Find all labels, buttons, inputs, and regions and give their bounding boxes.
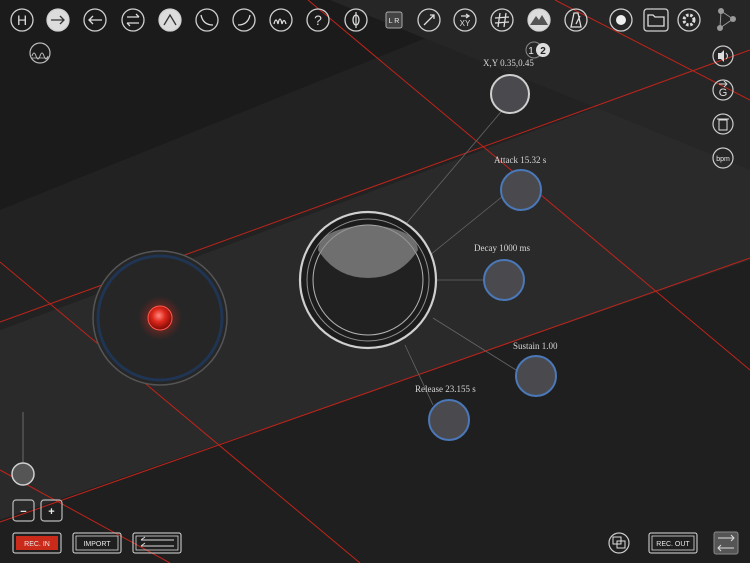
help-h-button[interactable]: H (10, 8, 34, 32)
page-1-label[interactable]: 1 (528, 46, 534, 57)
import-label: IMPORT (83, 541, 111, 548)
question-button[interactable]: ? (306, 8, 330, 32)
release-knob[interactable] (428, 399, 470, 441)
svg-text:G: G (719, 87, 728, 99)
transfer-button[interactable] (713, 531, 739, 555)
waveform-icon (273, 18, 287, 25)
xy-pad[interactable] (92, 250, 228, 386)
master-knob[interactable] (298, 210, 438, 350)
letter-h-icon: H (17, 12, 27, 28)
plus-label: + (48, 506, 54, 518)
minus-label: − (20, 506, 26, 518)
xy-icon: XY (460, 19, 471, 28)
lr-icon: L R (389, 18, 400, 25)
arrow-right-button[interactable] (46, 8, 70, 32)
attack-knob[interactable] (500, 169, 542, 211)
decay-curve-icon (200, 14, 214, 26)
mountain-button[interactable] (527, 8, 551, 32)
release-label: Release 23.155 s (415, 384, 476, 394)
sustain-label: Sustain 1.00 (513, 341, 558, 351)
xy-knob[interactable] (490, 74, 530, 114)
xy-value-label: X,Y 0.35,0.45 (483, 58, 534, 68)
swap-arrows-button[interactable] (121, 8, 145, 32)
arrow-left-button[interactable] (83, 8, 107, 32)
slider-thumb[interactable] (11, 462, 35, 486)
rec-out-label: REC. OUT (656, 541, 690, 548)
rise-curve-icon (237, 14, 251, 26)
sustain-knob[interactable] (515, 355, 557, 397)
decay-label: Decay 1000 ms (474, 243, 530, 253)
stage: H? L R XY 1 2 G bpm X,Y 0.35,0.45 Attack… (0, 0, 750, 563)
waveform-button[interactable] (269, 8, 293, 32)
decay-knob[interactable] (483, 259, 525, 301)
wave-preset-button[interactable] (29, 42, 51, 64)
question-icon: ? (314, 12, 322, 28)
rec-in-button[interactable]: REC. IN (12, 532, 62, 554)
rise-curve-button[interactable] (232, 8, 256, 32)
decay-curve-button[interactable] (195, 8, 219, 32)
rec-in-label: REC. IN (24, 541, 50, 548)
xy-position-dot[interactable] (147, 305, 173, 331)
page-2-label[interactable]: 2 (540, 46, 546, 57)
arrow-left-icon (88, 15, 102, 25)
triangle-envelope-button[interactable] (158, 8, 182, 32)
bpm-label: bpm (716, 156, 730, 163)
attack-label: Attack 15.32 s (494, 155, 547, 165)
record-icon (616, 15, 626, 25)
phase-button[interactable] (344, 8, 368, 32)
lr-button[interactable]: L R (385, 11, 403, 29)
swap-arrows-icon (126, 13, 140, 27)
